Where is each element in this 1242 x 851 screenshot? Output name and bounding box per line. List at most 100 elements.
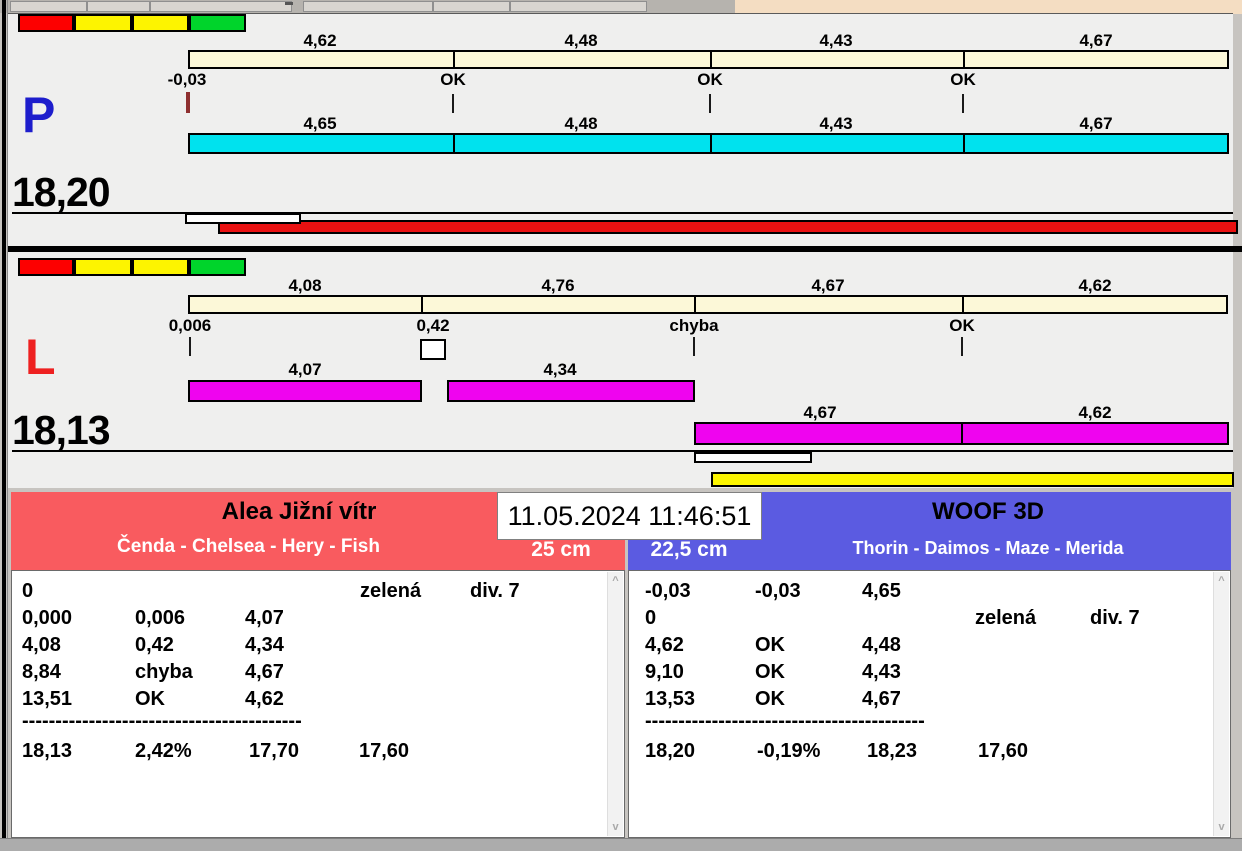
lane-p-total-time: 18,20 [12, 169, 111, 215]
lane-l-baseline [12, 450, 1233, 452]
split-time-label: 4,48 [564, 114, 598, 133]
total-cell: 17,70 [249, 740, 300, 762]
total-cell: 2,42% [135, 740, 192, 762]
split-bar-divider [961, 422, 963, 445]
split-bar-divider [453, 133, 455, 154]
split-time-label: 4,67 [1079, 31, 1113, 50]
progress-bar-red [218, 220, 1238, 234]
split-bar-divider [694, 295, 696, 314]
toolbar-segment [510, 1, 647, 12]
table-cell: 0,000 [22, 607, 73, 629]
toolbar-segment [10, 1, 87, 12]
table-cell: OK [755, 661, 785, 683]
team-left-results-panel[interactable]: 0 zelená div. 7 0,000 0,006 4,07 4,08 0,… [11, 570, 625, 838]
change-label: 0,006 [168, 316, 212, 335]
window-left-border-shadow [7, 0, 8, 838]
toolbar-segment [303, 1, 433, 12]
scroll-down-icon[interactable]: v [1214, 820, 1229, 834]
status-square-yellow [74, 14, 132, 32]
split-bar-divider [710, 50, 712, 69]
team-right-results-panel[interactable]: -0,03 -0,03 4,65 0 zelená div. 7 4,62 OK… [628, 570, 1231, 838]
table-cell: 4,62 [645, 634, 684, 656]
total-cell: 18,13 [22, 740, 73, 762]
table-cell: 4,34 [245, 634, 284, 656]
split-time-label: 4,48 [564, 31, 598, 50]
table-cell: 4,08 [22, 634, 61, 656]
status-square-yellow [74, 258, 132, 276]
change-label: OK [697, 70, 723, 89]
progress-bar-yellow [711, 472, 1234, 487]
team-left-name: Alea Jižní vítr [221, 498, 377, 525]
table-cell: div. 7 [1090, 607, 1140, 629]
table-cell: 9,10 [645, 661, 684, 683]
toolbar-segment [150, 1, 292, 12]
empty-check-box [420, 339, 446, 360]
table-cell: 0,42 [135, 634, 174, 656]
window-left-border [2, 0, 6, 838]
split-bar-magenta-3 [694, 422, 1229, 445]
change-tick [189, 337, 191, 356]
table-cell: OK [135, 688, 165, 710]
status-square-yellow [132, 258, 189, 276]
table-cell: 4,62 [245, 688, 284, 710]
table-cell: 13,53 [645, 688, 696, 710]
change-tick [693, 337, 695, 356]
split-time-label: 4,07 [288, 360, 322, 379]
change-label: OK [949, 316, 975, 335]
datetime-display: 11.05.2024 11:46:51 [497, 492, 762, 540]
scroll-up-icon[interactable]: ^ [1214, 574, 1229, 588]
split-bar-divider [963, 133, 965, 154]
split-time-label: 4,62 [1078, 276, 1112, 295]
table-cell: -0,03 [645, 580, 691, 602]
table-cell: 4,07 [245, 607, 284, 629]
table-cell: zelená [975, 607, 1037, 629]
scroll-up-icon[interactable]: ^ [608, 574, 623, 588]
split-bar-cyan-p [188, 133, 1229, 154]
table-cell: 0,006 [135, 607, 186, 629]
table-cell: 4,67 [245, 661, 284, 683]
split-time-label: 4,62 [303, 31, 337, 50]
status-square-red [18, 14, 74, 32]
change-label: OK [950, 70, 976, 89]
team-right-jump-height: 22,5 cm [650, 538, 728, 561]
scrollbar[interactable]: ^ v [607, 572, 623, 836]
split-bar-magenta-1 [188, 380, 422, 402]
progress-marker-box [185, 213, 301, 224]
table-cell: 0 [22, 580, 34, 602]
table-cell: 13,51 [22, 688, 73, 710]
table-cell: 4,43 [862, 661, 901, 683]
split-bar-top-l [188, 295, 1228, 314]
table-cell: 4,65 [862, 580, 901, 602]
total-cell: -0,19% [757, 740, 821, 762]
change-tick [961, 337, 963, 356]
table-cell: 4,67 [862, 688, 901, 710]
split-time-label: 4,08 [288, 276, 322, 295]
progress-marker-box [694, 452, 812, 463]
split-time-label: 4,67 [803, 403, 837, 422]
total-cell: 18,23 [867, 740, 918, 762]
desktop-background-strip [735, 0, 1242, 14]
split-bar-divider [453, 50, 455, 69]
lane-divider [8, 246, 1242, 252]
split-bar-divider [710, 133, 712, 154]
split-time-label: 4,34 [543, 360, 577, 379]
change-tick [709, 94, 711, 113]
total-cell: 17,60 [978, 740, 1029, 762]
team-right-dogs: Thorin - Daimos - Maze - Merida [852, 538, 1124, 558]
start-offset-marker [186, 92, 190, 113]
table-cell: 4,48 [862, 634, 901, 656]
split-time-label: 4,67 [811, 276, 845, 295]
split-time-label: 4,43 [819, 114, 853, 133]
table-divider-dashes: ----------------------------------------… [22, 710, 302, 732]
scrollbar[interactable]: ^ v [1213, 572, 1229, 836]
change-label: OK [440, 70, 466, 89]
status-square-green [189, 258, 246, 276]
scroll-down-icon[interactable]: v [608, 820, 623, 834]
total-cell: 17,60 [359, 740, 410, 762]
status-square-red [18, 258, 74, 276]
change-label: 0,42 [416, 316, 450, 335]
change-label: chyba [669, 316, 719, 335]
table-cell: 8,84 [22, 661, 61, 683]
table-cell: OK [755, 634, 785, 656]
lane-letter-l: L [25, 329, 56, 385]
